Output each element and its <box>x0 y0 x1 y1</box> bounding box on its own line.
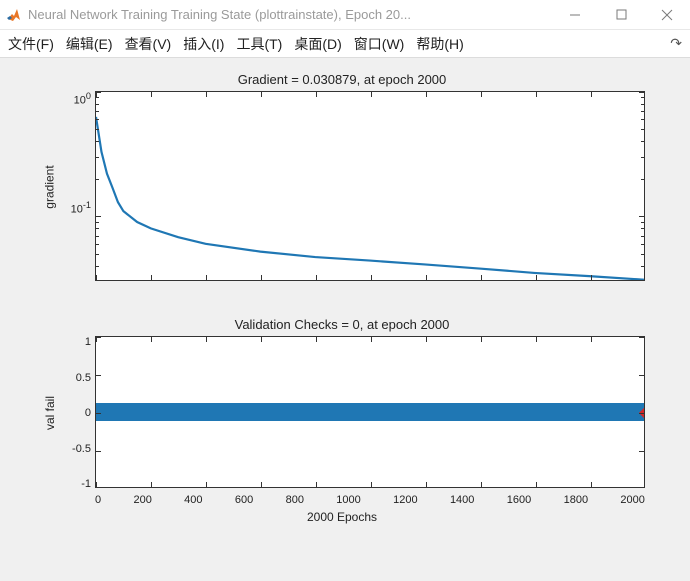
ytick-label: 10-1 <box>71 200 91 216</box>
menu-insert[interactable]: 插入(I) <box>183 34 224 54</box>
titlebar: Neural Network Training Training State (… <box>0 0 690 30</box>
ylabel-gradient-box: gradient <box>39 91 61 283</box>
yticks-gradient: 100 10-1 <box>61 91 95 283</box>
close-button[interactable] <box>644 0 690 30</box>
ylabel-gradient: gradient <box>43 165 57 208</box>
axes-gradient[interactable] <box>95 91 645 281</box>
subplot-valfail-title: Validation Checks = 0, at epoch 2000 <box>235 317 450 332</box>
xlabel: 2000 Epochs <box>307 510 377 524</box>
xtick-label: 600 <box>235 494 253 506</box>
menu-file[interactable]: 文件(F) <box>8 34 54 54</box>
ytick-label: -0.5 <box>72 443 91 455</box>
minimize-button[interactable] <box>552 0 598 30</box>
gradient-line <box>96 92 644 281</box>
xtick-label: 1200 <box>393 494 417 506</box>
ytick-label: 0 <box>85 407 91 419</box>
subplot-valfail: Validation Checks = 0, at epoch 2000 val… <box>8 311 676 524</box>
ytick-label: -1 <box>81 478 91 490</box>
xticks-valfail: 0 200 400 600 800 1000 1200 1400 1600 1800 2000 <box>95 490 645 506</box>
ytick-label: 0.5 <box>76 372 91 384</box>
xtick-label: 800 <box>286 494 304 506</box>
menu-desktop[interactable]: 桌面(D) <box>294 34 341 54</box>
ylabel-valfail: val fail <box>43 396 57 430</box>
menu-view[interactable]: 查看(V) <box>125 34 172 54</box>
ytick-label: 1 <box>85 336 91 348</box>
axes-valfail[interactable] <box>95 336 645 488</box>
xtick-label: 400 <box>184 494 202 506</box>
subplot-gradient-title: Gradient = 0.030879, at epoch 2000 <box>238 72 447 87</box>
menu-help[interactable]: 帮助(H) <box>416 34 463 54</box>
menubar: 文件(F) 编辑(E) 查看(V) 插入(I) 工具(T) 桌面(D) 窗口(W… <box>0 30 690 58</box>
ytick-label: 100 <box>74 91 91 107</box>
xtick-label: 1400 <box>450 494 474 506</box>
xtick-label: 1800 <box>564 494 588 506</box>
xtick-label: 2000 <box>620 494 644 506</box>
xtick-label: 1000 <box>336 494 360 506</box>
yticks-valfail: 1 0.5 0 -0.5 -1 <box>61 336 95 490</box>
menu-tools[interactable]: 工具(T) <box>236 34 282 54</box>
subplot-gradient: Gradient = 0.030879, at epoch 2000 gradi… <box>8 66 676 283</box>
toolbar-overflow-icon[interactable]: ↷ <box>670 35 682 52</box>
matlab-app-icon <box>6 7 22 23</box>
maximize-button[interactable] <box>598 0 644 30</box>
menu-window[interactable]: 窗口(W) <box>354 34 405 54</box>
xtick-label: 1600 <box>507 494 531 506</box>
xtick-label: 0 <box>95 494 101 506</box>
figure-area: Gradient = 0.030879, at epoch 2000 gradi… <box>0 58 690 581</box>
xtick-label: 200 <box>133 494 151 506</box>
valfail-zero-band <box>96 403 644 421</box>
menu-edit[interactable]: 编辑(E) <box>66 34 113 54</box>
window-title: Neural Network Training Training State (… <box>28 7 411 22</box>
ylabel-valfail-box: val fail <box>39 336 61 490</box>
